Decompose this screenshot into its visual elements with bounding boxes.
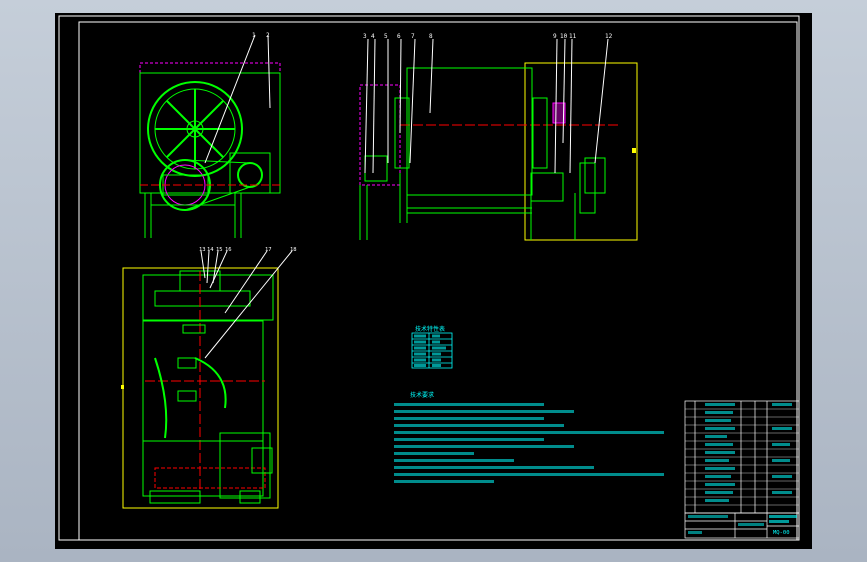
leader-2 (267, 34, 271, 109)
cad-viewport: 1 2 3 4 5 6 7 8 9 10 11 12 13 14 15 16 1… (0, 0, 867, 562)
motor-pulley (237, 162, 263, 188)
notes-heading: 技术要求 (410, 391, 434, 399)
leader-1 (204, 34, 256, 164)
callout-1: 1 (252, 32, 256, 39)
callout-11: 11 (569, 33, 577, 40)
inner-frame (78, 21, 798, 541)
drum-body (406, 67, 533, 196)
belt-lower (184, 186, 251, 211)
callout-12: 12 (605, 33, 613, 40)
drum-flange-right (532, 97, 548, 169)
callout-6: 6 (397, 33, 401, 40)
parts-list (684, 400, 800, 514)
callout-2: 2 (266, 32, 270, 39)
callout-7: 7 (411, 33, 415, 40)
plan-spiral-left (154, 357, 168, 439)
callout-10: 10 (560, 33, 568, 40)
callout-16: 16 (225, 247, 232, 253)
drawing-canvas: 1 2 3 4 5 6 7 8 9 10 11 12 13 14 15 16 1… (58, 15, 800, 541)
callout-13: 13 (199, 247, 206, 253)
callout-9: 9 (553, 33, 557, 40)
callout-18: 18 (290, 247, 297, 253)
drawing-sheet: 1 2 3 4 5 6 7 8 9 10 11 12 13 14 15 16 1… (55, 13, 812, 549)
front-view: 1 2 (139, 32, 281, 238)
left-bearing (364, 155, 388, 182)
plan-view: 13 14 15 16 17 18 (121, 247, 297, 509)
table-caption: 技术特性表 (415, 325, 445, 333)
gear-spokes (155, 89, 235, 169)
callout-4: 4 (371, 33, 375, 40)
gearbox (530, 172, 564, 202)
drawing-number: MQ-00 (773, 530, 790, 536)
technical-table (411, 332, 453, 369)
callout-14: 14 (207, 247, 214, 253)
callout-3: 3 (363, 33, 367, 40)
callout-5: 5 (384, 33, 388, 40)
callout-15: 15 (216, 247, 223, 253)
side-view: 3 4 5 6 7 8 9 10 11 12 (359, 33, 638, 241)
technical-notes (394, 403, 664, 483)
callout-8: 8 (429, 33, 433, 40)
callout-17: 17 (265, 247, 272, 253)
side-leaders (364, 38, 609, 174)
plan-upper-frame (142, 274, 274, 321)
